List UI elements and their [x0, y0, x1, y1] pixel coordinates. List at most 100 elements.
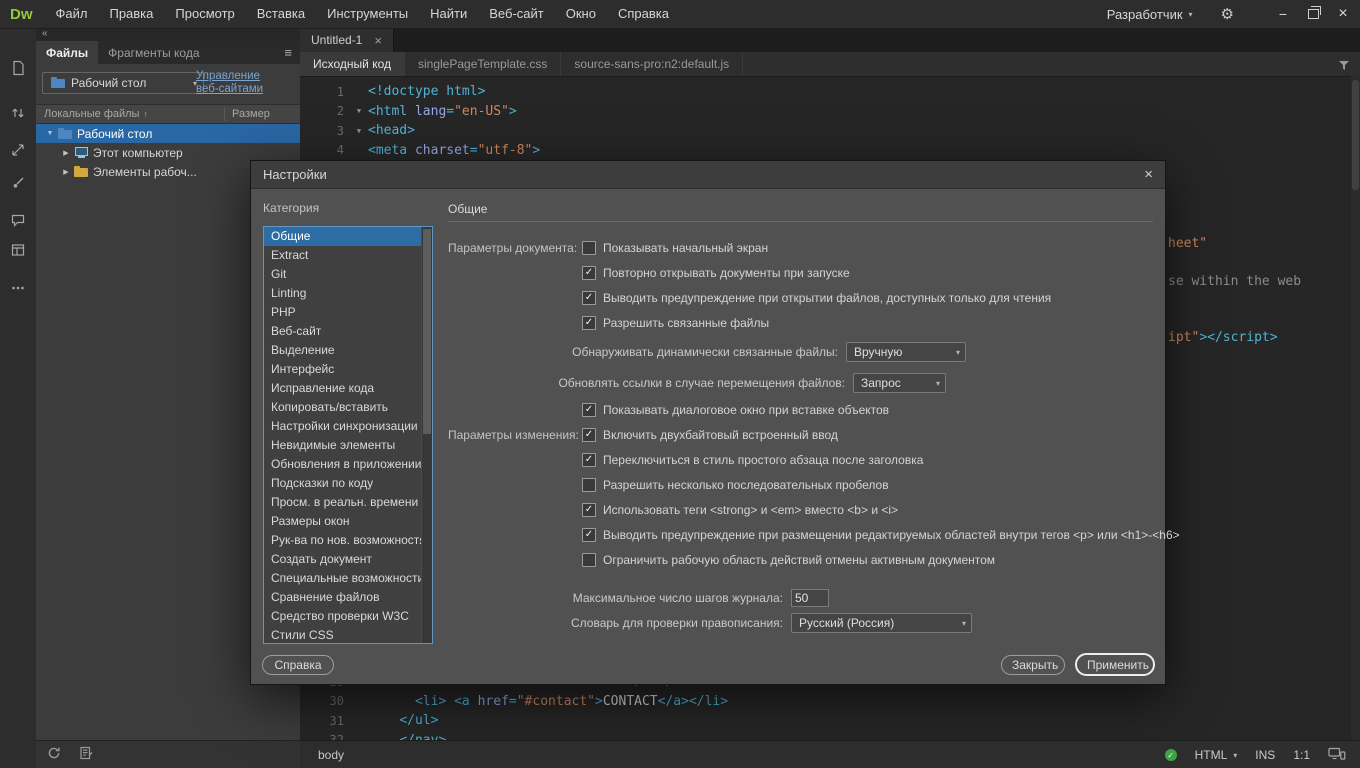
- dropdown[interactable]: Вручную▾: [846, 342, 966, 362]
- menubar-item[interactable]: Инструменты: [316, 6, 419, 21]
- dropdown[interactable]: Русский (Россия)▾: [791, 613, 972, 633]
- category-item[interactable]: Веб-сайт: [264, 322, 432, 341]
- site-select[interactable]: Рабочий стол ▾: [42, 72, 204, 94]
- tree-expand-icon[interactable]: ▶: [60, 168, 72, 176]
- column-size[interactable]: Размер: [232, 108, 270, 120]
- scrollbar-thumb[interactable]: [1352, 80, 1359, 190]
- close-button[interactable]: Закрыть: [1001, 655, 1065, 675]
- file-sync-icon[interactable]: [10, 105, 26, 121]
- checkbox[interactable]: ✓: [582, 553, 596, 567]
- tree-expand-icon[interactable]: ▶: [60, 149, 72, 157]
- tag-selector-body[interactable]: body: [318, 748, 344, 762]
- category-item[interactable]: Общие: [264, 227, 432, 246]
- category-item[interactable]: Выделение: [264, 341, 432, 360]
- category-item[interactable]: Размеры окон: [264, 512, 432, 531]
- device-preview-icon[interactable]: [1328, 747, 1346, 764]
- apply-button[interactable]: Применить: [1075, 653, 1155, 676]
- tab-code-snippets[interactable]: Фрагменты кода: [98, 41, 209, 64]
- more-tools-icon[interactable]: [10, 280, 26, 296]
- category-item[interactable]: Интерфейс: [264, 360, 432, 379]
- dreamweaver-logo[interactable]: Dw: [0, 6, 45, 23]
- fold-collapse-icon[interactable]: ▼: [350, 107, 368, 115]
- menubar-item[interactable]: Веб-сайт: [478, 6, 554, 21]
- category-item[interactable]: Настройки синхронизации: [264, 417, 432, 436]
- swap-views-icon[interactable]: [10, 142, 26, 158]
- category-item[interactable]: Просм. в реальн. времени: [264, 493, 432, 512]
- category-item[interactable]: Extract: [264, 246, 432, 265]
- menubar-item[interactable]: Найти: [419, 6, 478, 21]
- restore-button[interactable]: [1298, 0, 1328, 28]
- help-button[interactable]: Справка: [262, 655, 334, 675]
- line-number: 30: [300, 694, 350, 708]
- related-file-item[interactable]: source-sans-pro:n2:default.js: [561, 52, 743, 76]
- checkbox[interactable]: ✓: [582, 528, 596, 542]
- dropdown[interactable]: Запрос▾: [853, 373, 946, 393]
- checkbox[interactable]: ✓: [582, 403, 596, 417]
- dropdown-value: Русский (Россия): [799, 616, 894, 630]
- checkbox[interactable]: ✓: [582, 428, 596, 442]
- category-item[interactable]: Обновления в приложении: [264, 455, 432, 474]
- checkbox[interactable]: ✓: [582, 316, 596, 330]
- category-item[interactable]: Копировать/вставить: [264, 398, 432, 417]
- category-item[interactable]: Стили CSS: [264, 626, 432, 644]
- tree-collapse-icon[interactable]: ▼: [44, 130, 56, 137]
- close-window-button[interactable]: ×: [1328, 0, 1358, 28]
- category-item[interactable]: Средство проверки W3C: [264, 607, 432, 626]
- filter-icon[interactable]: [1338, 58, 1350, 76]
- panel-menu-icon[interactable]: ≡: [284, 45, 292, 60]
- comment-icon[interactable]: [10, 212, 26, 228]
- layout-icon[interactable]: [10, 242, 26, 258]
- menubar-item[interactable]: Просмотр: [164, 6, 245, 21]
- refresh-icon[interactable]: [46, 745, 62, 766]
- code-top-lines: 1<!doctype html>2▼<html lang="en-US">3▼<…: [300, 82, 1360, 160]
- column-local-files[interactable]: Локальные файлы ↑: [36, 108, 148, 120]
- brush-icon[interactable]: [10, 175, 26, 191]
- related-file-item[interactable]: singlePageTemplate.css: [405, 52, 561, 76]
- sync-settings-icon[interactable]: ⚙: [1221, 5, 1234, 23]
- doctype-dropdown[interactable]: HTML ▾: [1195, 748, 1238, 762]
- category-item[interactable]: Подсказки по коду: [264, 474, 432, 493]
- checkbox[interactable]: ✓: [582, 291, 596, 305]
- category-item[interactable]: Linting: [264, 284, 432, 303]
- check-icon: ✓: [585, 430, 593, 440]
- menubar-item[interactable]: Файл: [45, 6, 99, 21]
- history-steps-input[interactable]: [791, 589, 829, 607]
- editor-scrollbar[interactable]: [1351, 76, 1360, 740]
- category-item[interactable]: Рук-ва по нов. возможностя: [264, 531, 432, 550]
- document-tab[interactable]: Untitled-1 ×: [300, 28, 394, 52]
- manage-sites-link[interactable]: Управление веб-сайтами: [196, 70, 263, 96]
- checkbox-label: Показывать начальный экран: [603, 241, 768, 255]
- checkbox[interactable]: ✓: [582, 241, 596, 255]
- options-pane: Параметры документа:✓Показывать начальны…: [448, 236, 1154, 651]
- checkbox[interactable]: ✓: [582, 478, 596, 492]
- category-item[interactable]: Сравнение файлов: [264, 588, 432, 607]
- tree-row[interactable]: ▼Рабочий стол: [36, 124, 300, 143]
- category-item[interactable]: PHP: [264, 303, 432, 322]
- minimize-button[interactable]: −: [1268, 0, 1298, 28]
- category-item[interactable]: Исправление кода: [264, 379, 432, 398]
- scrollbar-thumb[interactable]: [423, 229, 431, 434]
- related-file-item[interactable]: Исходный код: [300, 52, 405, 76]
- category-item[interactable]: Git: [264, 265, 432, 284]
- fold-collapse-icon[interactable]: ▼: [350, 127, 368, 135]
- category-item[interactable]: Невидимые элементы: [264, 436, 432, 455]
- lint-ok-icon[interactable]: ✓: [1165, 749, 1177, 761]
- checkbox[interactable]: ✓: [582, 266, 596, 280]
- checkbox[interactable]: ✓: [582, 453, 596, 467]
- menubar-item[interactable]: Вставка: [246, 6, 316, 21]
- category-scrollbar[interactable]: [421, 227, 432, 643]
- log-icon[interactable]: [78, 745, 94, 766]
- menubar-item[interactable]: Правка: [98, 6, 164, 21]
- collapse-panels-icon[interactable]: «: [42, 28, 48, 39]
- menubar-item[interactable]: Справка: [607, 6, 680, 21]
- tab-files[interactable]: Файлы: [36, 41, 98, 64]
- dialog-close-icon[interactable]: ×: [1144, 166, 1153, 183]
- dialog-titlebar[interactable]: Настройки ×: [251, 161, 1165, 189]
- checkbox[interactable]: ✓: [582, 503, 596, 517]
- tab-close-icon[interactable]: ×: [374, 33, 382, 48]
- workspace-switcher[interactable]: Разработчик ▾: [1107, 7, 1193, 22]
- category-item[interactable]: Специальные возможности: [264, 569, 432, 588]
- category-item[interactable]: Создать документ: [264, 550, 432, 569]
- open-documents-icon[interactable]: [10, 60, 26, 76]
- menubar-item[interactable]: Окно: [555, 6, 607, 21]
